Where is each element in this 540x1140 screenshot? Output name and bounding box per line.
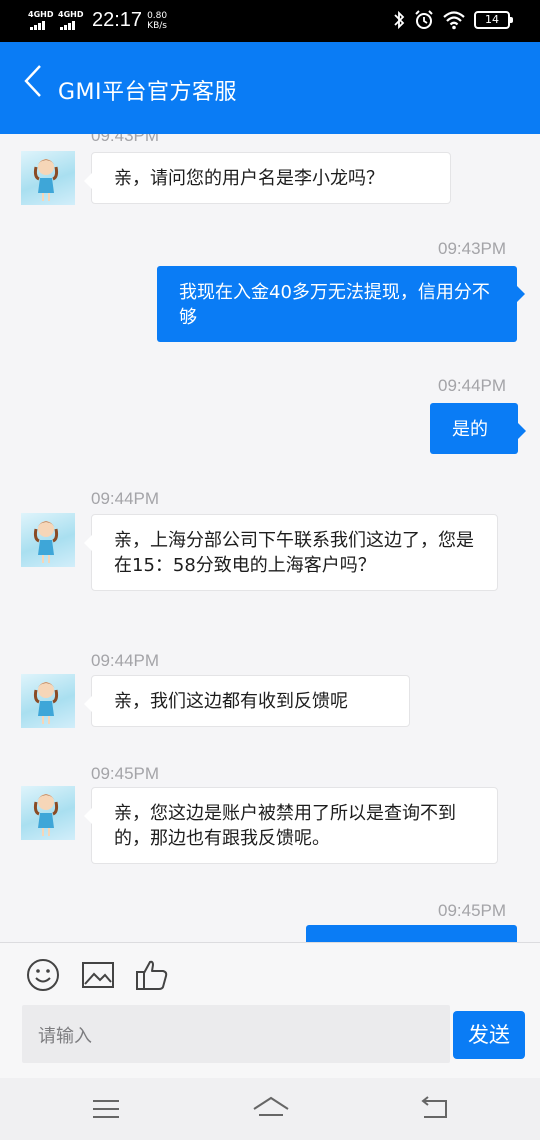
message-incoming: 09:43PM 亲，请问您的用户名是李小龙吗？ (0, 134, 540, 224)
app-header: GMI平台官方客服 (0, 42, 540, 134)
back-icon[interactable] (415, 1094, 455, 1124)
message-composer: 请输入 发送 (0, 942, 540, 1078)
wifi-icon (443, 11, 465, 30)
message-timestamp: 09:44PM (91, 489, 160, 508)
message-outgoing: 09:45PM (0, 896, 540, 942)
network-speed: 0.80 KB/s (147, 10, 168, 31)
avatar (21, 786, 75, 840)
image-icon[interactable] (80, 957, 116, 993)
message-outgoing: 09:44PM 是的 (0, 371, 540, 471)
avatar (21, 513, 75, 567)
home-icon[interactable] (251, 1094, 291, 1124)
message-bubble[interactable]: 亲，您这边是账户被禁用了所以是查询不到的，那边也有跟我反馈呢。 (84, 787, 498, 864)
message-incoming: 09:44PM 亲，我们这边都有收到反馈呢 (0, 646, 540, 746)
avatar (21, 674, 75, 728)
message-bubble[interactable]: 亲，请问您的用户名是李小龙吗？ (84, 152, 451, 204)
system-navigation-bar (0, 1078, 540, 1140)
message-bubble[interactable] (306, 925, 517, 942)
message-bubble[interactable]: 我现在入金40多万无法提现，信用分不够 (157, 266, 525, 342)
menu-icon[interactable] (86, 1094, 126, 1124)
cellular-signal-icon: 4GHD (28, 10, 53, 32)
chevron-left-icon[interactable] (20, 62, 50, 102)
message-bubble[interactable]: 是的 (430, 403, 526, 454)
message-bubble[interactable]: 亲，上海分部公司下午联系我们这边了，您是在15：58分致电的上海客户吗？ (84, 514, 498, 591)
page-title: GMI平台官方客服 (58, 80, 238, 105)
chat-message-list[interactable]: 09:43PM 亲，请问您的用户名是李小龙吗？ 09:43PM 我现在入金40多… (0, 134, 540, 942)
message-incoming: 09:45PM 亲，您这边是账户被禁用了所以是查询不到的，那边也有跟我反馈呢。 (0, 759, 540, 889)
battery-icon: 14 (474, 11, 513, 29)
message-timestamp: 09:44PM (438, 376, 507, 395)
status-bar: 4GHD 4GHD 22:17 0.80 KB/s 14 (0, 0, 540, 42)
message-outgoing: 09:43PM 我现在入金40多万无法提现，信用分不够 (0, 234, 540, 354)
message-timestamp: 09:43PM (438, 239, 507, 258)
alarm-icon (415, 10, 433, 29)
smiley-icon[interactable] (25, 957, 61, 993)
message-timestamp: 09:43PM (91, 134, 160, 145)
clock: 22:17 (92, 9, 143, 31)
message-input[interactable]: 请输入 (22, 1005, 450, 1063)
send-button[interactable]: 发送 (453, 1011, 525, 1059)
message-incoming: 09:44PM 亲，上海分部公司下午联系我们这边了，您是在15：58分致电的上海… (0, 484, 540, 634)
thumbs-up-icon[interactable] (134, 957, 170, 993)
message-timestamp: 09:44PM (91, 651, 160, 670)
message-timestamp: 09:45PM (438, 901, 507, 920)
bluetooth-icon (394, 10, 405, 30)
message-timestamp: 09:45PM (91, 764, 160, 783)
avatar (21, 151, 75, 205)
cellular-signal-icon-2: 4GHD (58, 10, 83, 32)
message-bubble[interactable]: 亲，我们这边都有收到反馈呢 (84, 675, 410, 727)
